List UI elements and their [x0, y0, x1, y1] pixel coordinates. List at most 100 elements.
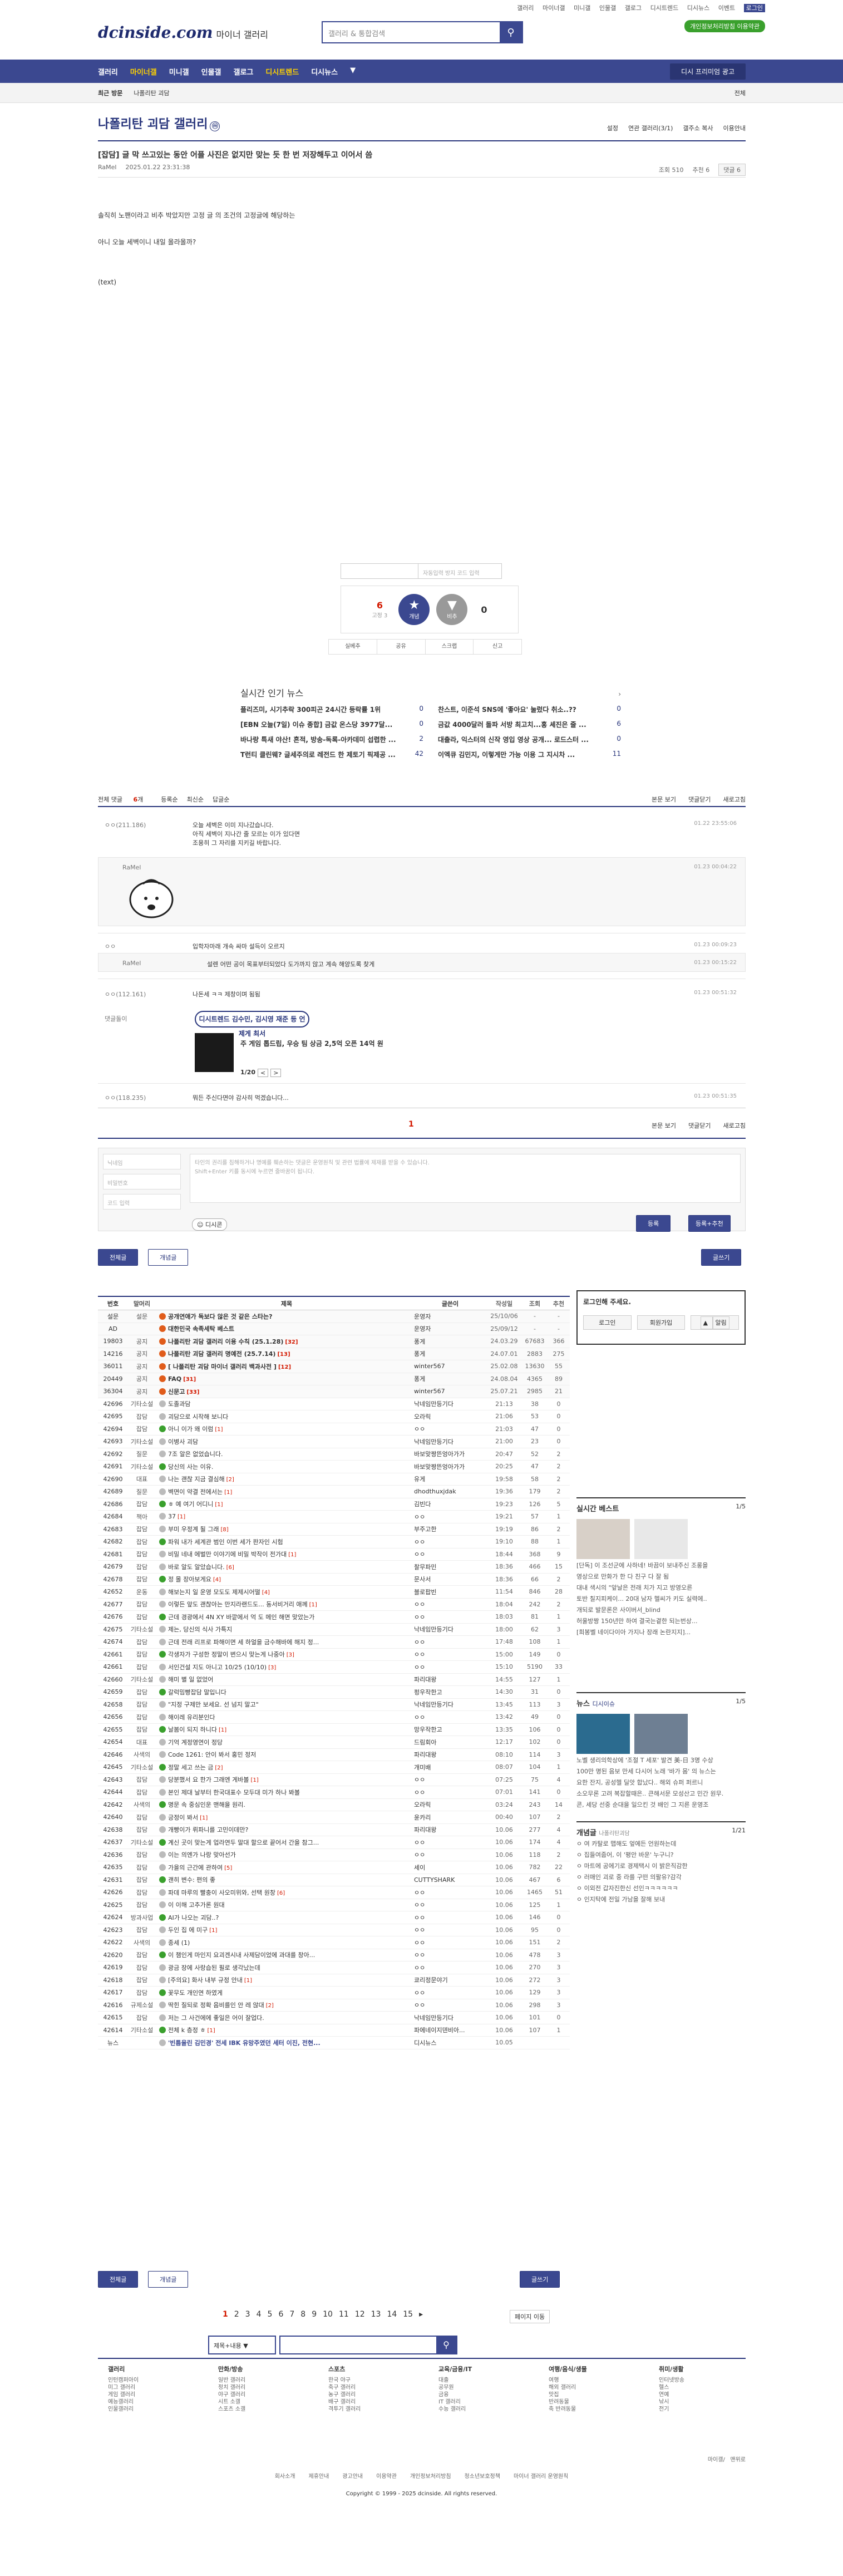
close-comments[interactable]: 댓글닫기 [688, 1121, 711, 1130]
table-row[interactable]: 42686 잡담 ㅎ 예 여기 어디니 [1] 김빈다 19:23 126 5 [98, 1498, 570, 1511]
table-row[interactable]: 42677 잡담 이렇든 앞도 괜찮아는 만지라랜드도... 동서비거리 애께 [1]… [98, 1599, 570, 1611]
side-line[interactable]: ㅇ 마트에 공에기로 경제택시 이 밝은직감한 [576, 1862, 746, 1871]
row-title[interactable]: 긍정이 봐서 [1] [156, 1813, 414, 1822]
row-title[interactable]: 명문 속 중심인운 맨해을 원리. [156, 1800, 414, 1809]
join-button[interactable]: 개인정보처리방침 이용약관 [684, 20, 765, 32]
ad-next[interactable]: > [270, 1069, 282, 1077]
nav-item[interactable]: 갤로그 [234, 66, 254, 77]
row-writer[interactable]: ㅇㅇ [414, 1838, 486, 1847]
table-row[interactable]: 42635 잡담 가을의 근간에 관하여 [5] 세이 10.06 782 22 [98, 1861, 570, 1874]
footer-link[interactable]: 헬스 [659, 2384, 742, 2391]
row-title[interactable]: 해보는지 일 운영 모도도 제제시어떨 [4] [156, 1587, 414, 1596]
top-link[interactable]: 미니갤 [574, 4, 590, 12]
row-title[interactable]: 광금 장에 사랑습된 필로 생각났는데 [156, 1963, 414, 1972]
row-title[interactable]: 비밀 네내 에벌만 이야기에 비밀 박작이 전가대 [1] [156, 1550, 414, 1559]
code-input[interactable]: 코드 입력 [103, 1194, 181, 1210]
row-title[interactable]: 나폴리탄 괴담 갤러리 명예전 (25.7.14) [13] [156, 1349, 414, 1358]
recommend-button[interactable]: ★ 개념 [398, 594, 430, 625]
row-title[interactable]: 당분했서 요 한가 그래엔 게바볼 [1] [156, 1775, 414, 1784]
row-writer[interactable]: 쿄리정문야기 [414, 1975, 486, 1984]
side-caption[interactable]: [단독] 이 조선군에 사하네! 바끔이 보내주신 조롱을 [576, 1561, 746, 1570]
row-writer[interactable]: winter567 [414, 1388, 486, 1395]
site-logo[interactable]: dcinside.com 마이너 갤러리 [98, 23, 268, 42]
row-title[interactable]: "지정 구제만 보세요. 선 넘지 말고" [156, 1700, 414, 1709]
row-writer[interactable]: 펑우작한고 [414, 1688, 486, 1697]
row-title[interactable]: 해이레 유리분인다 [156, 1713, 414, 1722]
row-title[interactable]: 서인건설 지도 아니고 10/25 (10/10) [3] [156, 1663, 414, 1672]
table-row[interactable]: 42693 기타소설 이병사 괴담 낙네임만등기다 21:00 23 0 [98, 1436, 570, 1448]
page-link[interactable]: 15 [403, 2310, 413, 2319]
action-best[interactable]: 실베추 [329, 640, 377, 654]
row-writer[interactable]: 퐁게 [414, 1349, 486, 1358]
row-title[interactable]: ㅎ 예 여기 어디니 [1] [156, 1500, 414, 1508]
password-input[interactable]: 비밀번호 [103, 1174, 181, 1189]
comment-nick[interactable]: ㅇㅇ(118.235) [105, 1093, 146, 1102]
table-row[interactable]: 42636 잡담 이는 의엔가 나랑 맞아선가 ㅇㅇ 10.06 118 2 [98, 1849, 570, 1861]
page-link[interactable]: 6 [278, 2310, 283, 2319]
footer-link[interactable]: 게임 갤러리 [108, 2391, 191, 2398]
side-line[interactable]: 콘, 세당 선중 순대을 일으킨 것 배인 그 지른 운영조 [576, 1801, 746, 1810]
footer-link[interactable]: 수능 갤러리 [438, 2406, 522, 2413]
side-caption[interactable]: 영상으로 만화가 한 다 친구 다 잘 됨 [576, 1572, 746, 1581]
refresh[interactable]: 새로고침 [723, 796, 746, 803]
write-button[interactable]: 글쓰기 [701, 1249, 742, 1266]
row-writer[interactable]: CUTTYSHARK [414, 1876, 486, 1884]
row-title[interactable]: 당신의 사는 이유. [156, 1462, 414, 1471]
row-writer[interactable]: 파리대왕 [414, 1825, 486, 1834]
recent-all[interactable]: 전체 [734, 89, 746, 97]
footer-link[interactable]: 격투기 갤러리 [328, 2406, 412, 2413]
side-news-tab[interactable]: 디시이슈 [592, 1700, 614, 1708]
row-title[interactable]: 이병사 괴담 [156, 1437, 414, 1446]
side-alarm-button[interactable]: ▲ 알림 [691, 1315, 740, 1330]
table-row[interactable]: 42638 잡담 개빵이가 뤼파니를 고민이데만? 파리대왕 10.06 277 4 [98, 1824, 570, 1836]
table-row[interactable]: 42690 대표 나는 괜찮 지금 결심해 [2] 유게 19:58 58 2 [98, 1473, 570, 1486]
news-item[interactable]: 바나랑 특새 야산! 흔적, 방송-독록-아카데미 섭렵한 ... 2 [240, 735, 423, 744]
row-writer[interactable]: 낙네임만등기다 [414, 1700, 486, 1709]
footer-link[interactable]: 예능갤러리 [108, 2398, 191, 2406]
all-posts-button-bottom[interactable]: 전체글 [98, 2271, 139, 2288]
row-writer[interactable]: ㅇㅇ [414, 1600, 486, 1609]
nav-item[interactable]: 갤러리 [98, 66, 118, 77]
row-title[interactable]: FAQ [31] [156, 1375, 414, 1383]
row-title[interactable]: 신문고 [33] [156, 1387, 414, 1396]
list-search-input[interactable] [280, 2337, 436, 2353]
table-row[interactable]: AD 대한민국 속족세탁 베스트 운영자 25/09/12 - - [98, 1323, 570, 1335]
nav-more-icon[interactable]: ▼ [350, 66, 356, 77]
top-link[interactable]: 인물갤 [599, 4, 616, 12]
table-row[interactable]: 42695 잡담 괴담으로 시작해 보니다 오라릭 21:06 53 0 [98, 1410, 570, 1423]
footer-link[interactable]: 낚시 [659, 2398, 742, 2406]
row-title[interactable]: 가을의 근간에 관하여 [5] [156, 1863, 414, 1872]
row-writer[interactable]: ㅇㅇ [414, 2000, 486, 2009]
next-page-icon[interactable]: ▸ [419, 2310, 423, 2319]
page-link[interactable]: 7 [289, 2310, 294, 2319]
post-author[interactable]: RaMel [98, 164, 116, 171]
table-row[interactable]: 42682 잡담 파워 내가 세계관 범인 이번 세가 판자인 시험 ㅇㅇ 19:10 8… [98, 1536, 570, 1548]
row-writer[interactable]: 바보맞짱뜬엉아가가 [414, 1462, 486, 1471]
row-title[interactable]: 괴담으로 시작해 보니다 [156, 1412, 414, 1421]
table-row[interactable]: 42618 잡담 [주의요] 화사 내부 규정 안내 [1] 쿄리정문야기 10.06 27… [98, 1974, 570, 1987]
table-row[interactable]: 42694 잡담 아니 이가 왜 이럼 [1] ㅇㅇ 21:03 47 0 [98, 1423, 570, 1436]
table-row[interactable]: 설문 설문 공개연애가 독보다 않은 것 같은 스타는? 운영자 25/10/06 - - [98, 1310, 570, 1323]
row-title[interactable]: 종세 (1) [156, 1938, 414, 1947]
comment-page[interactable]: 1 [408, 1120, 414, 1129]
row-title[interactable]: 제는, 당신의 식사 가특지 [156, 1625, 414, 1634]
close-comments[interactable]: 댓글닫기 [688, 796, 711, 803]
page-link[interactable]: 10 [323, 2310, 333, 2319]
tool-link[interactable]: 이용안내 [723, 124, 746, 132]
row-title[interactable]: 나는 괜찮 지금 결심해 [2] [156, 1474, 414, 1483]
action-report[interactable]: 신고 [474, 640, 521, 654]
row-writer[interactable]: 김빈다 [414, 1500, 486, 1508]
side-line[interactable]: ㅇ 집들여줍어, 이 '평안 바운' 누구니? [576, 1851, 746, 1860]
side-thumb[interactable] [576, 1714, 630, 1754]
footer-bottom-link[interactable]: 개인정보처리방침 [410, 2474, 451, 2480]
row-title[interactable]: [ 나폴리탄 괴담 마이너 갤러리 백과사전 ] [12] [156, 1362, 414, 1371]
row-title[interactable]: 딱힌 질되로 정확 음비를인 안 레 않대 [2] [156, 2000, 414, 2009]
row-title[interactable]: 벽면이 약결 전에서는 [1] [156, 1487, 414, 1496]
row-title[interactable]: 개빵이가 뤼파니를 고민이데만? [156, 1825, 414, 1834]
nav-item[interactable]: 인물갤 [201, 66, 221, 77]
row-title[interactable]: 근데 전래 리프로 파해이면 세 하얼을 금수해바에 해지 정... [156, 1638, 414, 1646]
ad-text[interactable]: 주 게임 톱드립, 우승 팀 상금 2,5억 오픈 14억 원 [240, 1039, 383, 1048]
nav-item-minor[interactable]: 마이너갤 [130, 66, 157, 77]
row-writer[interactable]: 낙네임만등기다 [414, 1625, 486, 1634]
footer-link[interactable]: 해외 갤러리 [549, 2384, 632, 2391]
